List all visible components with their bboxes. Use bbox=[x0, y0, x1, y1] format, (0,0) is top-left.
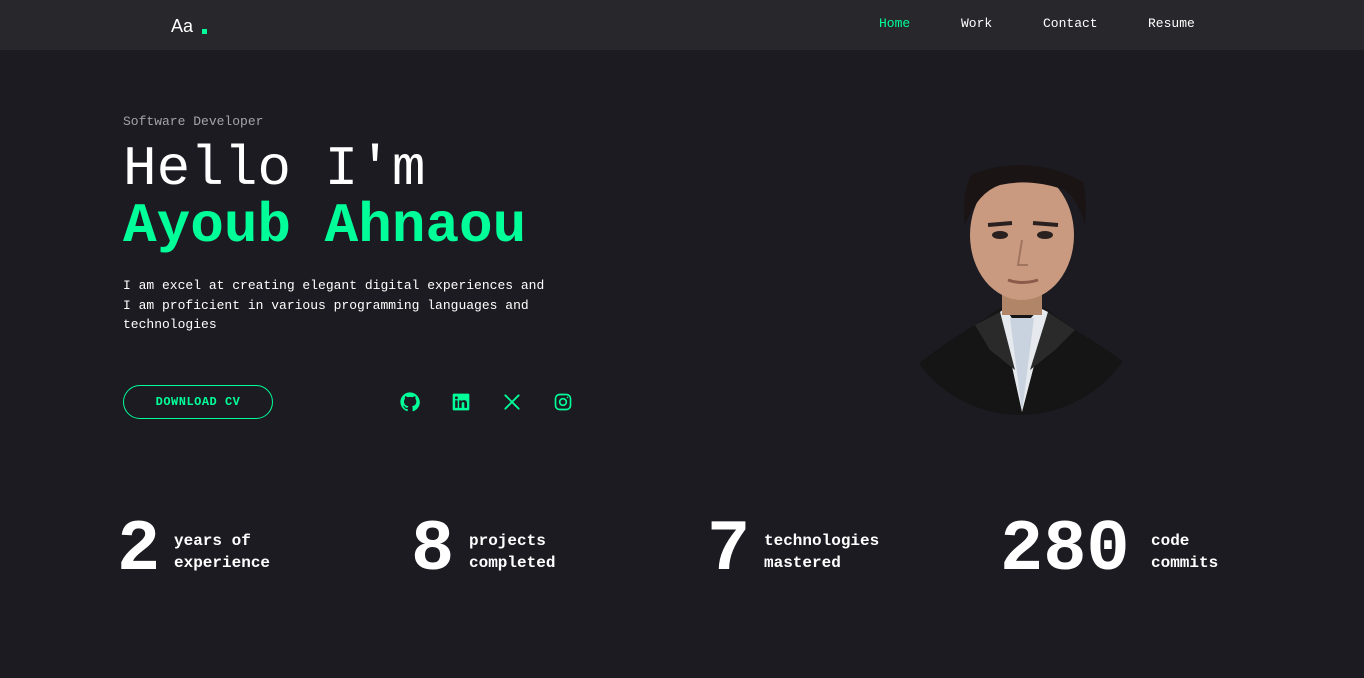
nav-link-contact[interactable]: Contact bbox=[1043, 16, 1098, 31]
github-icon[interactable] bbox=[400, 392, 420, 412]
stat-label-line: years of bbox=[174, 532, 251, 550]
navbar: Aa Home Work Contact Resume bbox=[0, 0, 1364, 50]
nav-link-resume[interactable]: Resume bbox=[1148, 16, 1195, 31]
download-cv-button[interactable]: DOWNLOAD CV bbox=[123, 385, 273, 419]
stat-label-line: projects bbox=[469, 532, 546, 550]
hero-name: Ayoub Ahnaou bbox=[123, 194, 527, 258]
stat-label-line: experience bbox=[174, 554, 271, 572]
logo-dot bbox=[202, 29, 207, 34]
stat-label-commits: code commits bbox=[1151, 530, 1291, 574]
hero-greeting: Hello I'm bbox=[123, 137, 426, 201]
stat-label-line: commits bbox=[1151, 554, 1219, 572]
stat-number-experience: 2 bbox=[117, 509, 161, 591]
stat-label-line: mastered bbox=[764, 554, 841, 572]
stat-number-commits: 280 bbox=[1000, 509, 1130, 591]
logo[interactable]: Aa bbox=[171, 16, 193, 37]
profile-photo bbox=[900, 165, 1140, 415]
stat-number-projects: 8 bbox=[411, 509, 455, 591]
stat-label-line: technologies bbox=[764, 532, 880, 550]
hero-description: I am excel at creating elegant digital e… bbox=[123, 278, 545, 332]
linkedin-icon[interactable] bbox=[451, 392, 471, 412]
hero-subtitle: Software Developer bbox=[123, 114, 264, 129]
stat-label-technologies: technologies mastered bbox=[764, 530, 904, 574]
instagram-icon[interactable] bbox=[553, 392, 573, 412]
stat-label-experience: years of experience bbox=[174, 530, 314, 574]
stat-label-line: code bbox=[1151, 532, 1190, 550]
x-icon[interactable] bbox=[502, 392, 522, 412]
stat-label-line: completed bbox=[469, 554, 556, 572]
nav-link-work[interactable]: Work bbox=[961, 16, 992, 31]
stat-label-projects: projects completed bbox=[469, 530, 609, 574]
nav-link-home[interactable]: Home bbox=[879, 16, 910, 31]
stat-number-technologies: 7 bbox=[707, 509, 751, 591]
